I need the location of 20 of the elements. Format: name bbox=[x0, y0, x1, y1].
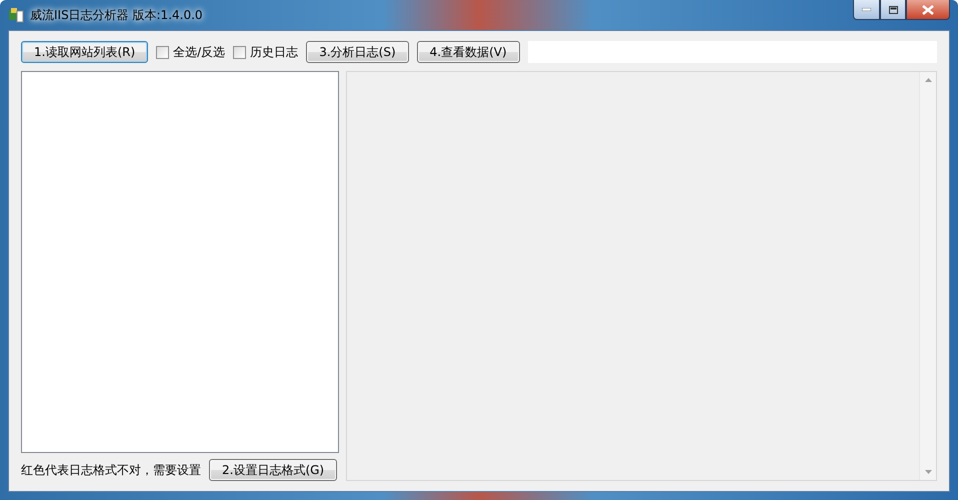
toolbar-button[interactable]: 4.查看数据(V) bbox=[416, 41, 520, 63]
set-format-button[interactable]: 2.设置日志格式(G) bbox=[209, 459, 338, 481]
app-icon bbox=[8, 7, 24, 23]
checkbox-label[interactable]: 历史日志 bbox=[250, 44, 298, 60]
minimize-button[interactable] bbox=[853, 0, 880, 20]
toolbar-button[interactable]: 1.读取网站列表(R) bbox=[21, 41, 148, 63]
checkbox[interactable] bbox=[233, 46, 246, 58]
close-icon bbox=[922, 4, 934, 14]
scrollbar[interactable] bbox=[919, 72, 936, 480]
format-note: 红色代表日志格式不对，需要设置 bbox=[21, 462, 201, 478]
close-button[interactable] bbox=[906, 0, 950, 20]
checkbox[interactable] bbox=[156, 46, 170, 58]
window-title: 威流IIS日志分析器 版本:1.4.0.0 bbox=[30, 6, 203, 24]
minimize-icon bbox=[862, 8, 871, 11]
maximize-icon bbox=[888, 6, 898, 14]
toolbar-button[interactable]: 3.分析日志(S) bbox=[306, 41, 409, 63]
checkbox-label[interactable]: 全选/反选 bbox=[173, 44, 226, 60]
maximize-button[interactable] bbox=[880, 0, 906, 20]
scroll-down-icon[interactable] bbox=[924, 470, 932, 474]
scroll-up-icon[interactable] bbox=[924, 78, 932, 82]
